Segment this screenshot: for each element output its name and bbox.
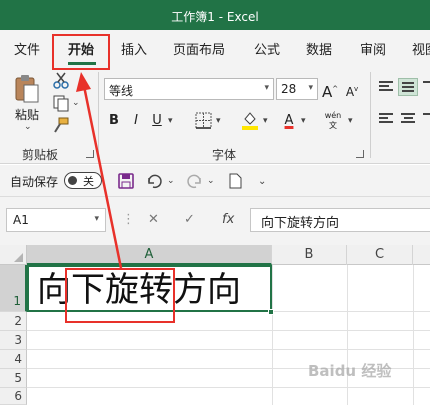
underline-dropdown-icon[interactable]: ▾ xyxy=(168,116,173,126)
gridline xyxy=(272,265,273,405)
align-top-icon[interactable] xyxy=(376,78,396,96)
highlight-box-cell-text xyxy=(65,268,175,323)
select-all-button[interactable] xyxy=(0,245,27,265)
borders-icon[interactable] xyxy=(195,112,212,129)
enter-icon[interactable]: ✓ xyxy=(184,208,195,232)
decrease-font-size-button[interactable]: Av xyxy=(344,79,360,99)
fill-color-icon[interactable] xyxy=(241,110,259,130)
underline-button[interactable]: U xyxy=(150,111,164,131)
phonetic-guide-button[interactable]: wén 文 xyxy=(322,111,344,131)
font-color-dropdown-icon[interactable]: ▾ xyxy=(301,116,306,126)
quick-access-toolbar: 自动保存 关 ⌄ ⌄ ⌄ xyxy=(0,165,430,197)
undo-icon[interactable] xyxy=(145,172,163,190)
font-name-select[interactable]: 等线 ▾ xyxy=(104,78,274,100)
toggle-knob xyxy=(68,176,77,185)
column-header-row: A B C xyxy=(0,245,430,265)
new-file-icon[interactable] xyxy=(226,172,244,190)
formula-options-icon[interactable]: ⋮ xyxy=(122,208,135,232)
redo-icon[interactable] xyxy=(186,172,204,190)
column-header-b[interactable]: B xyxy=(272,245,347,265)
window-title: 工作簿1 - Excel xyxy=(171,10,259,24)
save-icon[interactable] xyxy=(117,172,135,190)
highlight-box-home-tab xyxy=(52,34,110,70)
italic-button[interactable]: I xyxy=(129,111,143,131)
decrease-font-label: A xyxy=(345,85,355,99)
align-right-icon[interactable] xyxy=(420,110,430,128)
insert-function-button[interactable]: fx xyxy=(222,208,234,232)
column-header-c[interactable]: C xyxy=(347,245,413,265)
format-painter-icon[interactable] xyxy=(52,116,70,134)
group-divider xyxy=(98,72,99,158)
autosave-toggle[interactable]: 关 xyxy=(64,172,102,189)
align-middle-icon[interactable] xyxy=(398,78,418,96)
tab-formulas[interactable]: 公式 xyxy=(254,39,280,58)
font-launcher-icon[interactable] xyxy=(356,150,364,158)
increase-font-size-button[interactable]: A^ xyxy=(322,79,338,101)
watermark: Baidu 经验 xyxy=(308,362,392,380)
fill-handle[interactable] xyxy=(268,309,274,315)
column-header-a[interactable]: A xyxy=(27,245,272,265)
fill-color-dropdown-icon[interactable]: ▾ xyxy=(263,116,268,126)
row-header-5[interactable]: 5 xyxy=(0,369,27,388)
align-center-icon[interactable] xyxy=(398,110,418,128)
bold-button[interactable]: B xyxy=(107,111,121,131)
copy-icon[interactable] xyxy=(52,94,70,112)
row-header-1[interactable]: 1 xyxy=(0,265,27,312)
gridline xyxy=(347,265,348,405)
cut-icon[interactable] xyxy=(52,71,70,89)
tab-view[interactable]: 视图 xyxy=(412,39,430,58)
ribbon-home: 粘贴 ⌄ ⌄ 剪贴板 等线 ▾ 28 ▾ A^ Av B I U ▾ ▾ ▾ A… xyxy=(0,66,430,164)
title-bar: 工作簿1 - Excel xyxy=(0,0,430,30)
gridline xyxy=(413,265,414,405)
font-group-label: 字体 xyxy=(212,148,237,162)
align-left-icon[interactable] xyxy=(376,110,396,128)
name-box[interactable]: A1 ▾ xyxy=(6,208,106,232)
gridline xyxy=(27,330,430,331)
clipboard-group-label: 剪贴板 xyxy=(22,148,59,162)
autosave-toggle-label: 关 xyxy=(83,175,94,188)
row-header-3[interactable]: 3 xyxy=(0,331,27,350)
font-name-value: 等线 xyxy=(109,84,134,98)
redo-dropdown-icon[interactable]: ⌄ xyxy=(207,176,215,186)
chevron-down-icon: ▾ xyxy=(94,214,99,224)
chevron-down-icon: ▾ xyxy=(308,83,313,93)
tab-page-layout[interactable]: 页面布局 xyxy=(173,39,225,58)
font-size-value: 28 xyxy=(281,82,297,96)
row-header-2[interactable]: 2 xyxy=(0,312,27,331)
font-size-select[interactable]: 28 ▾ xyxy=(276,78,318,100)
formula-content: 向下旋转方向 xyxy=(261,216,340,231)
phonetic-label: wén xyxy=(324,111,342,120)
row-header-4[interactable]: 4 xyxy=(0,350,27,369)
formula-input[interactable]: 向下旋转方向 xyxy=(250,208,430,232)
align-bottom-icon[interactable] xyxy=(420,78,430,96)
row-header-6[interactable]: 6 xyxy=(0,388,27,405)
paste-dropdown-icon[interactable]: ⌄ xyxy=(24,122,32,132)
name-box-value: A1 xyxy=(13,213,29,227)
paste-icon[interactable] xyxy=(14,74,40,104)
increase-font-label: A xyxy=(322,83,333,101)
undo-dropdown-icon[interactable]: ⌄ xyxy=(167,176,175,186)
phonetic-dropdown-icon[interactable]: ▾ xyxy=(348,116,353,126)
autosave-label: 自动保存 xyxy=(10,175,59,189)
customize-toolbar-icon[interactable]: ⌄ xyxy=(258,176,266,187)
paste-button-label[interactable]: 粘贴 xyxy=(15,106,39,123)
font-color-button[interactable]: A xyxy=(281,111,297,131)
borders-dropdown-icon[interactable]: ▾ xyxy=(216,116,221,126)
tab-file[interactable]: 文件 xyxy=(14,39,40,58)
chevron-down-icon: ▾ xyxy=(264,83,269,93)
clipboard-launcher-icon[interactable] xyxy=(86,150,94,158)
gridline xyxy=(27,387,430,388)
tab-insert[interactable]: 插入 xyxy=(121,39,147,58)
cancel-icon[interactable]: ✕ xyxy=(148,208,159,232)
tab-review[interactable]: 审阅 xyxy=(360,39,386,58)
formula-bar: A1 ▾ ⋮ ✕ ✓ fx 向下旋转方向 xyxy=(0,197,430,245)
copy-dropdown-icon[interactable]: ⌄ xyxy=(72,98,80,108)
group-divider xyxy=(370,72,371,158)
gridline xyxy=(27,349,430,350)
tab-data[interactable]: 数据 xyxy=(306,39,332,58)
